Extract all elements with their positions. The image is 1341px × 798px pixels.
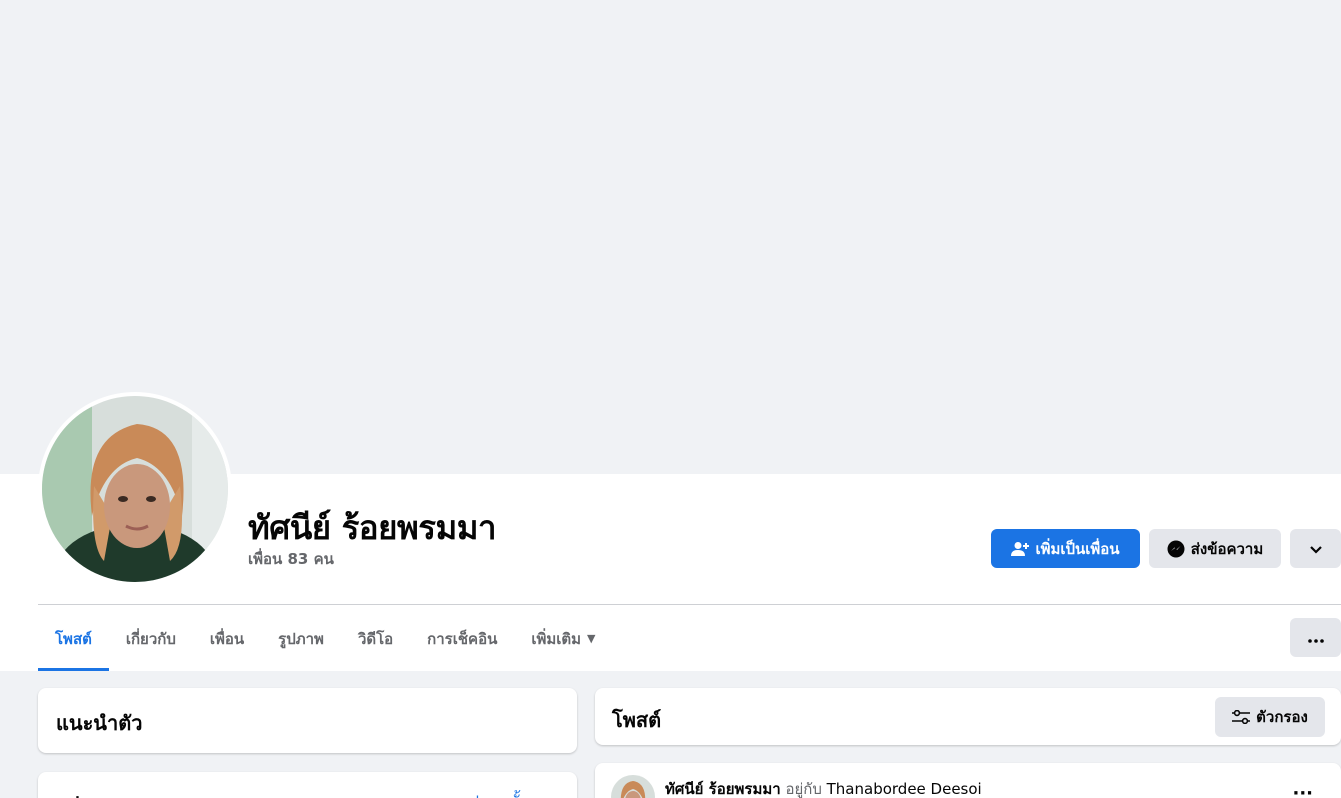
post-author[interactable]: ทัศนีย์ ร้อยพรมมา	[665, 780, 781, 798]
add-friend-label: เพิ่มเป็นเพื่อน	[1035, 539, 1120, 558]
post-tagged-user[interactable]: Thanabordee Deesoi	[827, 780, 982, 798]
post-card: ทัศนีย์ ร้อยพรมมา อยู่กับ Thanabordee De…	[595, 763, 1341, 798]
chevron-down-icon	[1309, 540, 1322, 558]
caret-down-icon: ▼	[587, 632, 596, 645]
posts-title: โพสต์	[612, 708, 662, 732]
tab-label: วิดีโอ	[357, 629, 394, 648]
tab-checkins[interactable]: การเช็คอิน	[410, 606, 514, 671]
add-friend-button[interactable]: เพิ่มเป็นเพื่อน	[991, 529, 1140, 568]
messenger-icon	[1167, 540, 1185, 558]
intro-card: แนะนำตัว	[38, 688, 577, 753]
tab-posts[interactable]: โพสต์	[38, 606, 109, 671]
photos-card: รูปภาพ ดูรูปภาพทั้งหมด	[38, 772, 577, 798]
avatar	[42, 396, 228, 582]
tab-label: รูปภาพ	[278, 629, 324, 648]
tab-more[interactable]: เพิ่มเติม ▼	[514, 606, 612, 671]
tab-label: โพสต์	[55, 629, 92, 648]
message-label: ส่งข้อความ	[1190, 539, 1264, 558]
more-dots-icon	[1307, 628, 1324, 647]
header-divider	[38, 604, 1341, 605]
post-author-avatar[interactable]	[611, 775, 655, 798]
filter-button[interactable]: ตัวกรอง	[1215, 697, 1325, 737]
tab-label: เพื่อน	[209, 629, 245, 648]
tab-friends[interactable]: เพื่อน	[193, 606, 261, 671]
filter-label: ตัวกรอง	[1256, 708, 1308, 726]
post-more-icon[interactable]: ···	[1292, 783, 1313, 798]
friends-count[interactable]: เพื่อน 83 คน	[248, 547, 334, 571]
tab-about[interactable]: เกี่ยวกับ	[109, 606, 193, 671]
post-with-text: อยู่กับ	[785, 780, 822, 798]
tab-label: การเช็คอิน	[427, 629, 498, 648]
more-actions-button[interactable]	[1290, 529, 1341, 568]
tab-label: เกี่ยวกับ	[125, 629, 176, 648]
profile-tabs: โพสต์ เกี่ยวกับ เพื่อน รูปภาพ วิดีโอ การ…	[38, 606, 612, 671]
tabs-more-button[interactable]	[1290, 618, 1341, 657]
filter-sliders-icon	[1232, 710, 1251, 724]
tab-photos[interactable]: รูปภาพ	[261, 606, 341, 671]
cover-photo[interactable]	[4, 0, 1341, 474]
tab-videos[interactable]: วิดีโอ	[341, 606, 410, 671]
photos-title: รูปภาพ	[56, 788, 117, 798]
message-button[interactable]: ส่งข้อความ	[1149, 529, 1281, 568]
tab-label: เพิ่มเติม	[531, 629, 582, 648]
posts-header-card: โพสต์ ตัวกรอง	[595, 688, 1341, 745]
see-all-photos-link[interactable]: ดูรูปภาพทั้งหมด	[450, 790, 559, 798]
intro-title: แนะนำตัว	[56, 711, 143, 735]
profile-picture[interactable]	[38, 392, 232, 586]
post-header: ทัศนีย์ ร้อยพรมมา อยู่กับ Thanabordee De…	[665, 777, 982, 798]
person-add-icon	[1011, 541, 1030, 557]
